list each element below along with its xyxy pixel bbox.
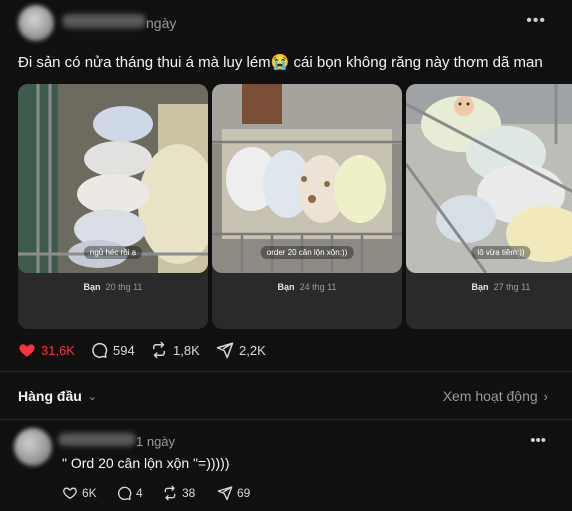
reply-like-count: 6K xyxy=(82,486,97,500)
photo-author-1: Bạn xyxy=(83,282,101,292)
photo-sticker-1: ngủ héc rồi ạ xyxy=(83,246,143,259)
reply-repost-button[interactable]: 38 xyxy=(162,485,195,501)
photo-card-1[interactable]: ngủ héc rồi ạ Bạn 20 thg 11 xyxy=(18,84,208,329)
share-button[interactable]: 2,2K xyxy=(216,341,266,359)
photo-meta-2: Bạn 24 thg 11 xyxy=(212,282,402,292)
post: ngày ••• Đi sản có nửa tháng thui á mà l… xyxy=(0,0,572,372)
photo-meta-1: Bạn 20 thg 11 xyxy=(18,282,208,292)
comment-button[interactable]: 594 xyxy=(90,341,135,359)
more-icon[interactable]: ••• xyxy=(530,432,546,449)
avatar[interactable] xyxy=(18,5,54,41)
photo-date-1: 20 thg 11 xyxy=(105,282,143,292)
reply-avatar[interactable] xyxy=(14,428,52,466)
comment-icon xyxy=(118,486,132,500)
reply-username-blurred[interactable] xyxy=(58,433,136,446)
chevron-down-icon: ⌄ xyxy=(87,390,97,403)
photo-sticker-3: lô vừa tiêm:)) xyxy=(471,246,531,259)
share-icon xyxy=(216,342,234,359)
reply-time: 1 ngày xyxy=(136,434,176,449)
photo-meta-3: Bạn 27 thg 11 xyxy=(406,282,572,292)
repost-count: 1,8K xyxy=(173,342,200,358)
photo-author-3: Bạn xyxy=(471,282,489,292)
heart-icon xyxy=(19,344,35,357)
reply-like-button[interactable]: 6K xyxy=(62,485,97,501)
like-button[interactable]: 31,6K xyxy=(18,341,75,359)
reply-share-count: 69 xyxy=(237,486,251,500)
post-caption: Đi sản có nửa tháng thui á mà luy lém😭 c… xyxy=(18,54,543,71)
divider xyxy=(0,371,572,372)
post-actions: 31,6K 594 1,8K 2,2K xyxy=(18,341,558,361)
comment-icon xyxy=(92,342,108,358)
reply-comment-button[interactable]: 4 xyxy=(116,485,143,501)
photo-sticker-2: order 20 cân lộn xộn:)) xyxy=(260,246,354,259)
photo-date-2: 24 thg 11 xyxy=(299,282,337,292)
reply-comment-count: 4 xyxy=(136,486,143,500)
like-count: 31,6K xyxy=(41,342,75,358)
comment-count: 594 xyxy=(113,342,135,358)
reply-share-button[interactable]: 69 xyxy=(217,485,250,501)
username-blurred[interactable] xyxy=(62,14,146,28)
share-icon xyxy=(217,486,233,501)
repost-button[interactable]: 1,8K xyxy=(150,341,200,359)
photo-3 xyxy=(406,84,572,273)
photo-author-2: Bạn xyxy=(277,282,295,292)
reply-repost-count: 38 xyxy=(182,486,196,500)
post-time: ngày xyxy=(146,15,177,31)
photo-card-3[interactable]: lô vừa tiêm:)) Bạn 27 thg 11 xyxy=(406,84,572,329)
reply-actions: 6K 4 38 69 xyxy=(62,485,362,503)
photo-card-2[interactable]: order 20 cân lộn xộn:)) Bạn 24 thg 11 xyxy=(212,84,402,329)
photo-1 xyxy=(18,84,208,273)
photo-date-3: 27 thg 11 xyxy=(493,282,531,292)
chevron-right-icon: › xyxy=(543,388,548,404)
repost-icon xyxy=(153,341,165,359)
photo-2 xyxy=(212,84,402,273)
sort-dropdown[interactable]: Hàng đầu ⌄ xyxy=(18,388,97,404)
view-activity-link[interactable]: Xem hoạt động › xyxy=(443,388,548,404)
reply: 1 ngày ••• " Ord 20 cân lộn xộn "=))))) … xyxy=(0,420,572,511)
view-activity-label: Xem hoạt động xyxy=(442,388,538,404)
reply-text: " Ord 20 cân lộn xộn "=))))) xyxy=(62,455,230,471)
repost-icon xyxy=(164,485,176,501)
heart-icon xyxy=(63,487,77,499)
sort-label: Hàng đầu xyxy=(18,388,82,404)
more-icon[interactable]: ••• xyxy=(526,12,546,30)
share-count: 2,2K xyxy=(239,342,266,358)
